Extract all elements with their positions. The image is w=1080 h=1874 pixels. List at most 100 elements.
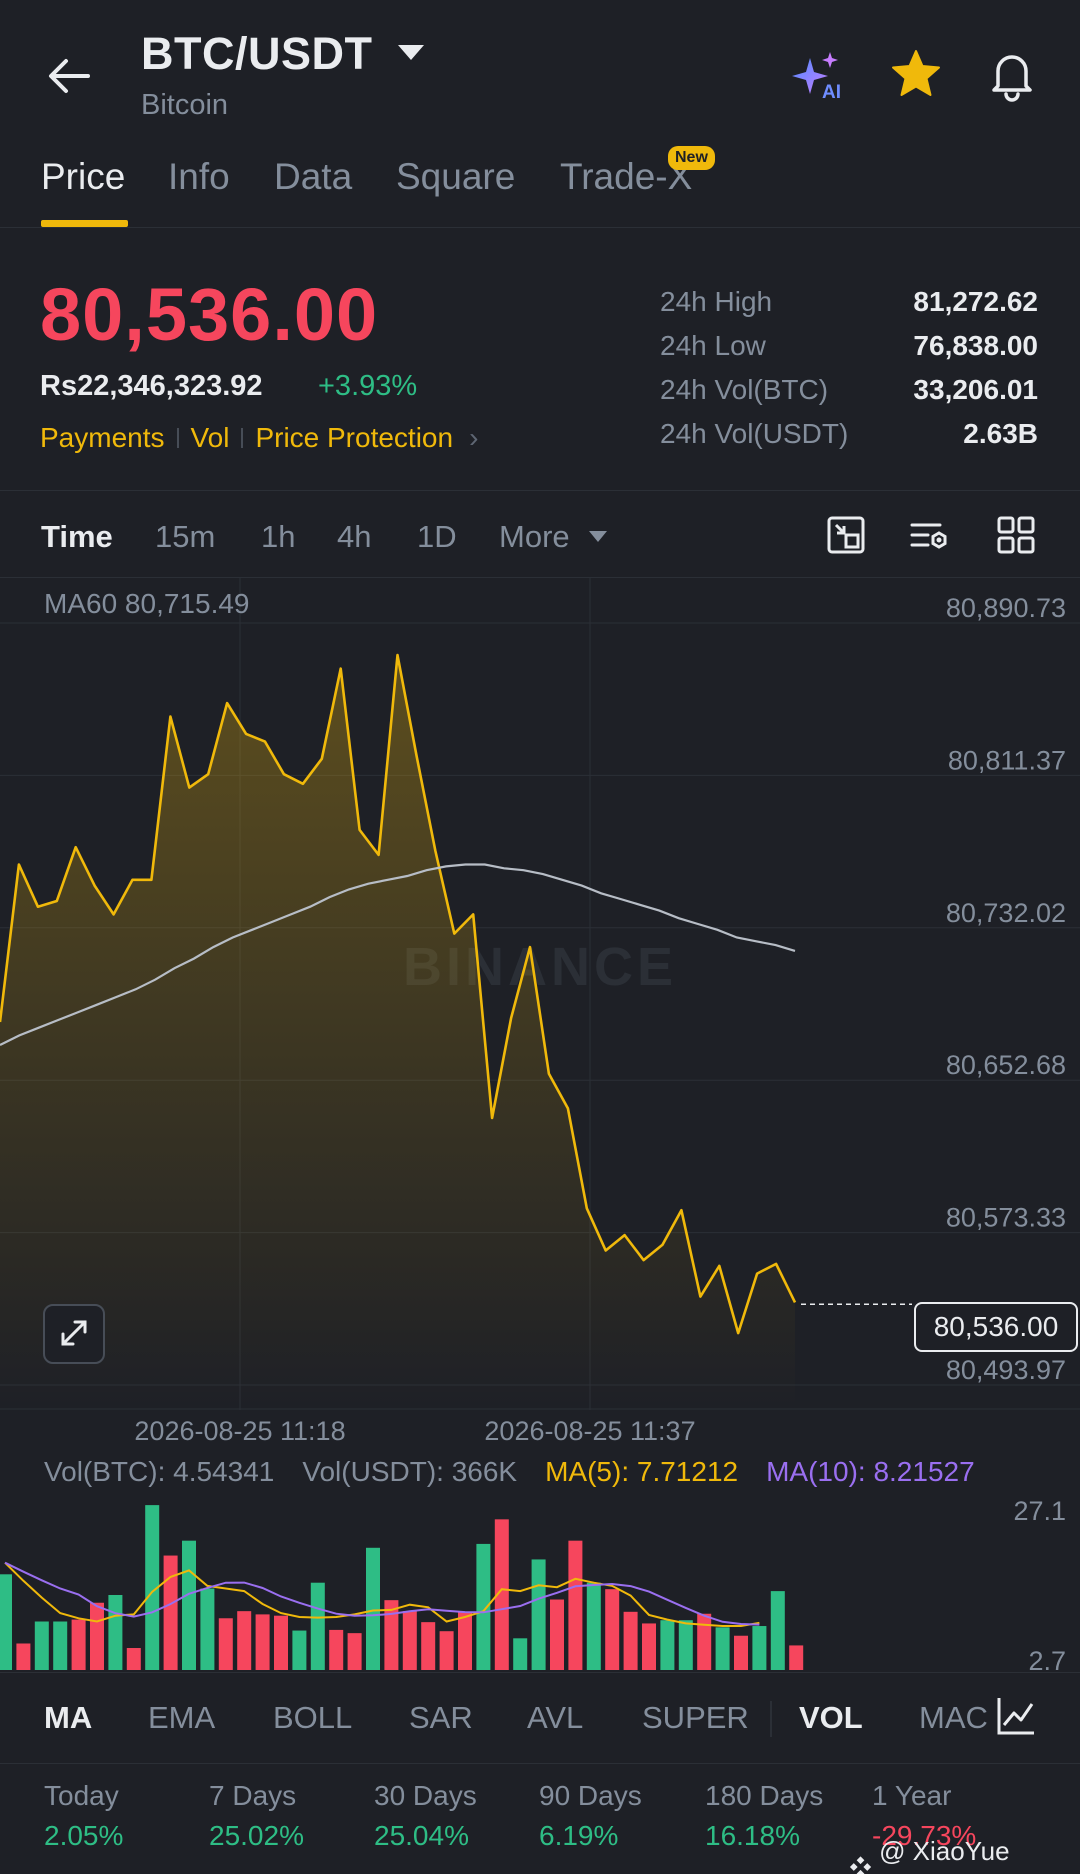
volume-bar (421, 1622, 436, 1670)
volume-bar (53, 1621, 68, 1670)
perf-30-days: 30 Days 25.04% (374, 1780, 477, 1852)
ma10-readout: MA(10): 8.21527 (766, 1456, 975, 1487)
volume-bar (715, 1627, 730, 1670)
volume-bar (90, 1602, 104, 1670)
indicator-sar[interactable]: SAR (409, 1700, 473, 1736)
volume-bar (770, 1591, 785, 1670)
volume-bar (182, 1540, 196, 1670)
volume-bar (329, 1629, 344, 1670)
more-caret-icon[interactable] (589, 531, 607, 542)
volume-legend: Vol(BTC): 4.54341 Vol(USDT): 366K MA(5):… (44, 1456, 975, 1488)
perf-label: 30 Days (374, 1780, 477, 1811)
chevron-right-icon[interactable]: › (469, 422, 478, 454)
y-tick-label: 80,811.37 (948, 745, 1066, 775)
volume-bar (163, 1555, 178, 1670)
perf-value: 6.19% (539, 1820, 619, 1851)
header-bar: BTC/USDT Bitcoin AI (0, 0, 1080, 140)
perf-7-days: 7 Days 25.02% (209, 1780, 304, 1852)
volume-bar (458, 1611, 472, 1670)
link-divider (241, 428, 244, 448)
volume-bar (476, 1543, 491, 1670)
interval-time[interactable]: Time (41, 519, 113, 555)
volume-series: 27.12.7 (0, 1496, 1066, 1676)
indicator-macd[interactable]: MAC (919, 1700, 989, 1736)
stat-value-low: 76,838.00 (913, 330, 1038, 361)
volume-bar (218, 1618, 233, 1670)
credit-watermark: @ XiaoYue crypto (848, 1836, 1080, 1874)
volume-bar (34, 1621, 49, 1670)
volume-bar (568, 1540, 583, 1670)
indicator-divider (770, 1701, 772, 1737)
indicator-ma[interactable]: MA (44, 1700, 92, 1736)
vol-link[interactable]: Vol (191, 422, 230, 454)
vol-usdt-readout: Vol(USDT): 366K (302, 1456, 518, 1487)
notification-bell-icon[interactable] (984, 46, 1040, 102)
grid-view-icon[interactable] (996, 515, 1036, 555)
stat-value-vol-usdt: 2.63B (963, 418, 1038, 449)
chart-settings-icon[interactable] (910, 515, 950, 555)
perf-value: 2.05% (44, 1820, 124, 1851)
interval-4h[interactable]: 4h (337, 519, 371, 555)
fullscreen-button[interactable] (43, 1304, 105, 1364)
perf-label: 180 Days (705, 1780, 824, 1811)
tab-square[interactable]: Square (396, 156, 515, 198)
binance-logo-icon (849, 1856, 872, 1874)
y-tick-label: 80,732.02 (946, 898, 1066, 928)
volume-bar (660, 1620, 675, 1670)
volume-bar (126, 1648, 141, 1670)
svg-text:AI: AI (822, 82, 841, 102)
indicator-super[interactable]: SUPER (642, 1700, 749, 1736)
perf-90-days: 90 Days 6.19% (539, 1780, 642, 1852)
indicator-ema[interactable]: EMA (148, 1700, 215, 1736)
favorite-star-icon[interactable] (890, 48, 942, 100)
volume-bar (752, 1626, 767, 1670)
perf-today: Today 2.05% (44, 1780, 123, 1852)
link-divider (176, 428, 179, 448)
tab-data[interactable]: Data (274, 156, 352, 198)
stat-value-high: 81,272.62 (913, 286, 1038, 317)
perf-180-days: 180 Days 16.18% (705, 1780, 823, 1852)
interval-15m[interactable]: 15m (155, 519, 215, 555)
indicator-settings-icon[interactable] (996, 1695, 1036, 1737)
price-links: Payments Vol Price Protection › (40, 422, 478, 454)
expand-icon (61, 1320, 87, 1346)
pair-dropdown-caret-icon[interactable] (398, 45, 424, 60)
tab-price[interactable]: Price (41, 156, 125, 198)
perf-label: 90 Days (539, 1780, 642, 1811)
volume-bar (439, 1631, 454, 1670)
last-price: 80,536.00 (40, 273, 379, 356)
volume-bar (789, 1645, 804, 1670)
ma60-label: MA60 80,715.49 (44, 588, 250, 619)
indicator-boll[interactable]: BOLL (273, 1700, 352, 1736)
volume-bar (310, 1582, 325, 1670)
tab-info[interactable]: Info (168, 156, 230, 198)
asset-name: Bitcoin (141, 89, 229, 121)
volume-bar (274, 1615, 288, 1670)
stat-label-vol-usdt: 24h Vol(USDT) (660, 418, 849, 449)
fiat-price: Rs22,346,323.92 (40, 370, 263, 402)
ai-sparkle-icon[interactable]: AI (792, 50, 850, 103)
new-badge: New (668, 146, 715, 170)
price-change-percent: +3.93% (318, 370, 418, 402)
interval-1h[interactable]: 1h (261, 519, 295, 555)
volume-bar (513, 1638, 528, 1670)
price-protection-link[interactable]: Price Protection (255, 422, 453, 454)
volume-bar (108, 1594, 123, 1670)
perf-label: 7 Days (209, 1780, 297, 1811)
interval-more[interactable]: More (499, 519, 570, 555)
stat-value-vol-btc: 33,206.01 (913, 374, 1038, 405)
payments-link[interactable]: Payments (40, 422, 165, 454)
indicator-vol[interactable]: VOL (799, 1700, 863, 1736)
chart-layout-icon[interactable] (826, 515, 866, 555)
interval-1d[interactable]: 1D (417, 519, 457, 555)
indicator-avl[interactable]: AVL (527, 1700, 583, 1736)
credit-text: @ XiaoYue crypto (879, 1836, 1010, 1874)
volume-bar (292, 1630, 307, 1670)
volume-bar (623, 1611, 638, 1670)
pair-title[interactable]: BTC/USDT (141, 28, 372, 80)
price-chart[interactable]: BINANCE 80,890.73 80,811.37 80,732.02 80,65… (0, 578, 1080, 1676)
volume-bar (734, 1635, 748, 1670)
back-arrow-icon[interactable] (42, 48, 98, 104)
ma5-readout: MA(5): 7.71212 (545, 1456, 739, 1487)
volume-bar (697, 1613, 712, 1670)
